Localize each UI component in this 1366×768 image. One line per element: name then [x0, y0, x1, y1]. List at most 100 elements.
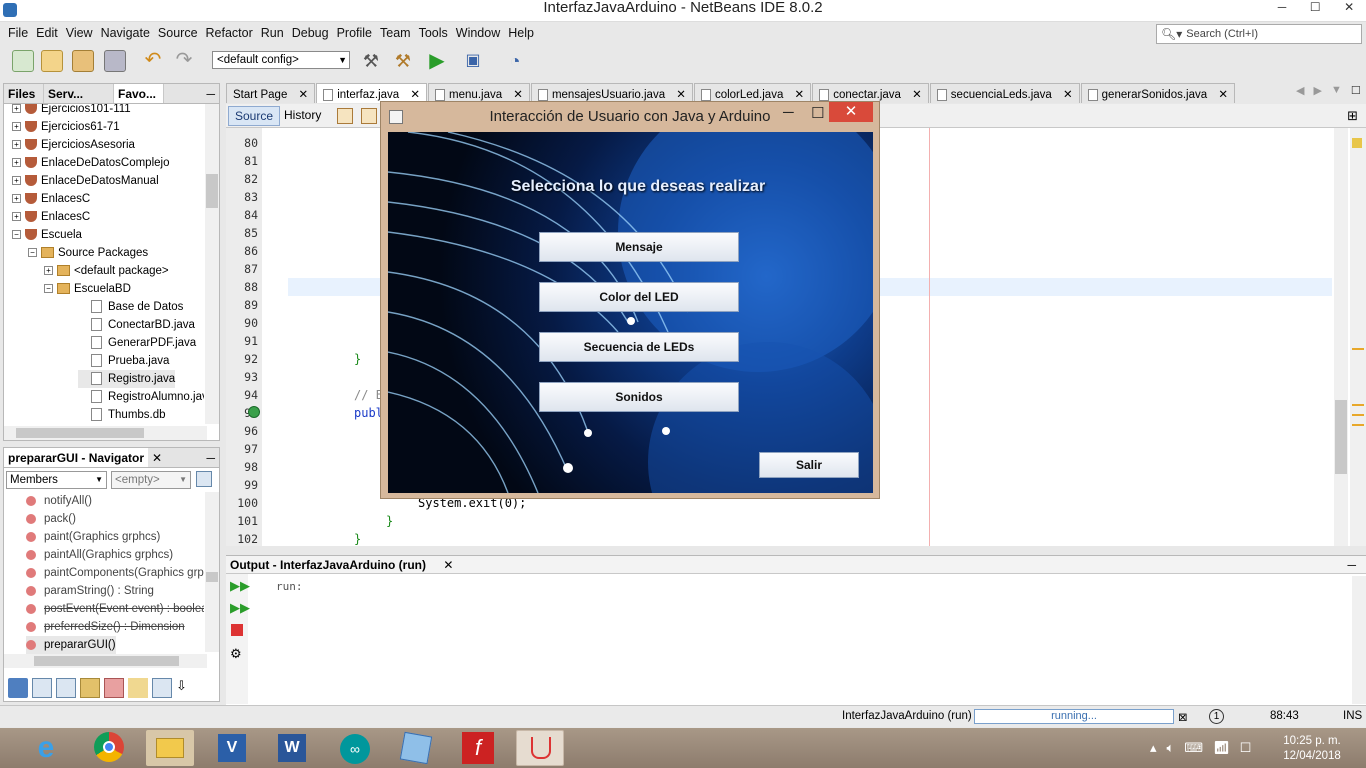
menu-item-source[interactable]: Source: [154, 24, 202, 44]
cancel-progress-icon[interactable]: ⊠: [1178, 710, 1188, 724]
minimize-panel-icon[interactable]: ─: [202, 84, 219, 103]
close-tab-icon[interactable]: ✕: [1060, 89, 1073, 101]
close-output-icon[interactable]: ✕: [443, 558, 453, 572]
close-tab-icon[interactable]: ✕: [407, 89, 420, 101]
close-tab-icon[interactable]: ✕: [791, 89, 805, 101]
sonidos-button[interactable]: Sonidos: [539, 382, 739, 412]
editor-scrollbar[interactable]: [1334, 128, 1348, 546]
tree-item[interactable]: RegistroAlumno.java: [78, 388, 204, 406]
projects-scrollbar[interactable]: [205, 104, 219, 424]
tab-services[interactable]: Serv...: [44, 84, 114, 103]
notifications-icon[interactable]: 1: [1209, 709, 1224, 724]
expand-toggle-icon[interactable]: −: [44, 284, 53, 294]
tree-item[interactable]: Prueba.java: [78, 352, 169, 370]
tree-item[interactable]: + Ejercicios61-71: [12, 118, 120, 136]
clock[interactable]: 10:25 p. m. 12/04/2018: [1272, 734, 1352, 764]
close-tab-icon[interactable]: ✕: [673, 89, 686, 101]
forward-icon[interactable]: [361, 108, 377, 124]
menu-item-refactor[interactable]: Refactor: [202, 24, 257, 44]
chrome-icon[interactable]: [86, 730, 134, 766]
tree-item[interactable]: GenerarPDF.java: [78, 334, 196, 352]
tree-item[interactable]: + EnlacesC: [12, 190, 90, 208]
clean-build-icon[interactable]: ⚒: [392, 50, 414, 72]
redo-icon[interactable]: ↷: [173, 50, 195, 72]
maximize-button[interactable]: ☐: [1310, 0, 1321, 14]
salir-button[interactable]: Salir: [759, 452, 859, 478]
dialog-close-button[interactable]: ✕: [829, 102, 873, 122]
show-non-public-icon[interactable]: [56, 678, 76, 698]
close-tab-icon[interactable]: ✕: [295, 89, 309, 101]
expand-toggle-icon[interactable]: +: [12, 212, 21, 222]
menu-item-edit[interactable]: Edit: [32, 24, 62, 44]
split-editor-icon[interactable]: ⊞: [1347, 108, 1358, 124]
tab-files[interactable]: Files: [4, 84, 44, 103]
navigator-item[interactable]: preferredSize() : Dimension: [26, 618, 185, 636]
tree-item[interactable]: − EscuelaBD: [44, 280, 131, 298]
file-explorer-icon[interactable]: [146, 730, 194, 766]
tab-favorites[interactable]: Favo...: [114, 84, 164, 103]
editor-tab[interactable]: Start Page ✕: [226, 83, 316, 103]
projects-hscrollbar[interactable]: [4, 426, 207, 440]
show-static-icon[interactable]: [32, 678, 52, 698]
new-project-icon[interactable]: [41, 50, 63, 72]
editor-tab[interactable]: menu.java ✕: [428, 83, 530, 103]
arduino-icon[interactable]: ∞: [332, 730, 380, 766]
word-icon[interactable]: W: [270, 730, 318, 766]
navigator-scrollbar[interactable]: [205, 492, 219, 652]
open-project-icon[interactable]: [72, 50, 94, 72]
expand-toggle-icon[interactable]: +: [12, 104, 21, 114]
debug-icon[interactable]: ▣: [462, 50, 484, 72]
visio-icon[interactable]: V: [210, 730, 258, 766]
search-box[interactable]: 🔍︎▾ Search (Ctrl+I): [1156, 24, 1362, 44]
build-icon[interactable]: ⚒: [360, 50, 382, 72]
editor-tab[interactable]: colorLed.java ✕: [693, 83, 812, 103]
rerun-icon[interactable]: ▶▶: [230, 578, 250, 594]
menu-item-view[interactable]: View: [62, 24, 97, 44]
editor-tab[interactable]: secuenciaLeds.java ✕: [929, 83, 1080, 103]
members-filter[interactable]: Members ▼: [6, 471, 107, 489]
close-tab-icon[interactable]: ✕: [909, 89, 922, 101]
source-tab[interactable]: Source: [228, 106, 281, 126]
expand-toggle-icon[interactable]: −: [28, 248, 37, 258]
undo-icon[interactable]: ↶: [142, 50, 164, 72]
show-fields-icon[interactable]: [8, 678, 28, 698]
expand-toggle-icon[interactable]: +: [12, 176, 21, 186]
sort-by-name-icon[interactable]: [152, 678, 172, 698]
dialog-minimize-button[interactable]: ─: [783, 104, 794, 121]
tree-item[interactable]: − Source Packages: [28, 244, 148, 262]
dialog-maximize-button[interactable]: ☐: [811, 104, 824, 122]
config-combo[interactable]: <default config> ▼: [212, 51, 350, 69]
output-scrollbar[interactable]: [1352, 576, 1366, 704]
expand-toggle-icon[interactable]: +: [44, 266, 53, 276]
minimize-output-icon[interactable]: ─: [1347, 558, 1356, 572]
navigator-item[interactable]: pack(): [26, 510, 76, 528]
close-navigator-icon[interactable]: ✕: [148, 448, 166, 467]
tree-item[interactable]: + <default package>: [44, 262, 169, 280]
restore-editor-icon[interactable]: ☐: [1351, 84, 1361, 97]
menu-item-debug[interactable]: Debug: [288, 24, 333, 44]
close-tab-icon[interactable]: ✕: [1215, 89, 1228, 101]
tree-item[interactable]: Registro.java: [78, 370, 176, 388]
close-button[interactable]: ✕: [1344, 0, 1354, 14]
menu-item-tools[interactable]: Tools: [415, 24, 452, 44]
editor-tab[interactable]: mensajesUsuario.java ✕: [530, 83, 693, 103]
action-center-icon[interactable]: ☐: [1240, 740, 1252, 756]
history-tab[interactable]: History: [280, 106, 325, 124]
navigator-item[interactable]: paintComponents(Graphics grphc: [26, 564, 204, 582]
tree-item[interactable]: + EnlaceDeDatosComplejo: [12, 154, 169, 172]
scroll-tabs-left-icon[interactable]: ◀: [1296, 84, 1304, 97]
profile-icon[interactable]: ◔: [504, 50, 526, 72]
tree-item[interactable]: Base de Datos: [78, 298, 183, 316]
expand-toggle-icon[interactable]: +: [12, 194, 21, 204]
save-all-icon[interactable]: [104, 50, 126, 72]
expand-icon[interactable]: [128, 678, 148, 698]
tree-item[interactable]: − Escuela: [12, 226, 82, 244]
show-inherited-icon[interactable]: [80, 678, 100, 698]
menu-item-file[interactable]: File: [4, 24, 32, 44]
tree-item[interactable]: + Ejercicios101-111: [12, 104, 131, 118]
menu-item-team[interactable]: Team: [376, 24, 415, 44]
tree-item[interactable]: + EnlacesC: [12, 208, 90, 226]
navigator-hscrollbar[interactable]: [4, 654, 207, 668]
expand-toggle-icon[interactable]: −: [12, 230, 21, 240]
internet-explorer-icon[interactable]: e: [22, 730, 70, 766]
